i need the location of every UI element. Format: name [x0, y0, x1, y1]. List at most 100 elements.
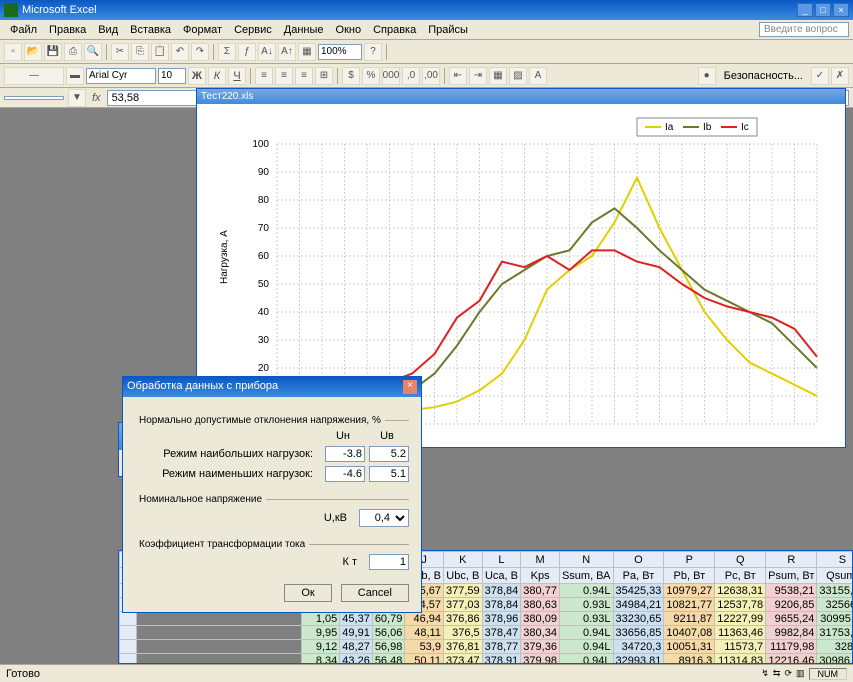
legend-ia: Ia [665, 122, 674, 133]
max-load-label: Режим наибольших нагрузок: [135, 448, 321, 460]
comma-icon[interactable]: 000 [382, 67, 400, 85]
y-axis-label: Нагрузка, А [219, 230, 230, 284]
security-icon[interactable]: ● [698, 67, 716, 85]
fx-icon[interactable]: ƒ [238, 43, 256, 61]
name-box[interactable] [4, 96, 64, 100]
paste-icon[interactable]: 📋 [151, 43, 169, 61]
currency-icon[interactable]: $ [342, 67, 360, 85]
indent-inc-icon[interactable]: ⇥ [469, 67, 487, 85]
refresh-icon[interactable]: ⟳ [784, 668, 792, 679]
max-un-input[interactable] [325, 446, 365, 462]
ukb-select[interactable]: 0,4 [359, 509, 409, 527]
fontsize-combo[interactable]: 10 [158, 68, 186, 84]
menu-price[interactable]: Прайсы [422, 22, 474, 38]
chart-window-title[interactable]: Тест220.xls [197, 89, 845, 104]
redo-icon[interactable]: ↷ [191, 43, 209, 61]
fill-color-icon[interactable]: ▨ [509, 67, 527, 85]
sec-btn-2[interactable]: ✗ [831, 67, 849, 85]
align-left-icon[interactable]: ≡ [255, 67, 273, 85]
dec-decimal-icon[interactable]: ,00 [422, 67, 440, 85]
layout-icon[interactable]: ▥ [796, 668, 805, 679]
menu-data[interactable]: Данные [278, 22, 330, 38]
chart-legend: Ia Ib Ic [637, 118, 757, 136]
help-icon[interactable]: ? [364, 43, 382, 61]
cut-icon[interactable]: ✂ [111, 43, 129, 61]
window-buttons: _ □ × [797, 3, 849, 17]
legend-ic: Ic [741, 122, 749, 133]
font-color-icon[interactable]: A [529, 67, 547, 85]
uv-label: Uв [365, 430, 409, 442]
svg-text:100: 100 [252, 139, 269, 150]
line-color[interactable]: ▬ [66, 67, 84, 85]
font-combo[interactable]: Arial Cyr [86, 68, 156, 84]
kt-input[interactable] [369, 554, 409, 570]
min-un-input[interactable] [325, 466, 365, 482]
align-center-icon[interactable]: ≡ [275, 67, 293, 85]
copy-icon[interactable]: ⎘ [131, 43, 149, 61]
menu-file[interactable]: Файл [4, 22, 43, 38]
dialog-section3: Коэффициент трансформации тока [135, 539, 309, 550]
borders-icon[interactable]: ▦ [489, 67, 507, 85]
status-ready: Готово [6, 668, 40, 680]
sort-desc-icon[interactable]: A↑ [278, 43, 296, 61]
svg-text:90: 90 [258, 167, 270, 178]
line-style[interactable]: — [4, 67, 64, 85]
svg-text:40: 40 [258, 307, 270, 318]
cancel-button[interactable]: Cancel [341, 584, 409, 602]
security-label[interactable]: Безопасность... [718, 70, 809, 82]
chart-icon[interactable]: ▦ [298, 43, 316, 61]
menu-edit[interactable]: Правка [43, 22, 92, 38]
save-icon[interactable]: 💾 [44, 43, 62, 61]
maximize-button[interactable]: □ [815, 3, 831, 17]
align-right-icon[interactable]: ≡ [295, 67, 313, 85]
svg-text:70: 70 [258, 223, 270, 234]
zoom-combo[interactable]: 100% [318, 44, 362, 60]
menu-tools[interactable]: Сервис [228, 22, 278, 38]
menu-window[interactable]: Окно [330, 22, 368, 38]
preview-icon[interactable]: 🔍 [84, 43, 102, 61]
indent-dec-icon[interactable]: ⇤ [449, 67, 467, 85]
status-num: NUM [809, 668, 848, 680]
menu-format[interactable]: Формат [177, 22, 228, 38]
sec-btn-1[interactable]: ✓ [811, 67, 829, 85]
max-uv-input[interactable] [369, 446, 409, 462]
dialog-close-icon[interactable]: × [403, 380, 417, 394]
fx-label[interactable]: fx [92, 92, 101, 104]
excel-icon [4, 3, 18, 17]
open-icon[interactable]: 📂 [24, 43, 42, 61]
dialog-section1: Нормально допустимые отклонения напряжен… [135, 415, 385, 426]
svg-text:80: 80 [258, 195, 270, 206]
dialog-title: Обработка данных с прибора [127, 380, 278, 394]
percent-icon[interactable]: % [362, 67, 380, 85]
ukb-label: U,кВ [135, 512, 355, 524]
share-icon[interactable]: ↯ [761, 668, 769, 679]
print-icon[interactable]: ⎙ [64, 43, 82, 61]
menubar: Файл Правка Вид Вставка Формат Сервис Да… [0, 20, 853, 40]
statusbar: Готово ↯ ⇆ ⟳ ▥ NUM [0, 664, 853, 682]
toolbar-standard: ▫ 📂 💾 ⎙ 🔍 ✂ ⎘ 📋 ↶ ↷ Σ ƒ A↓ A↑ ▦ 100% ? [0, 40, 853, 64]
inc-decimal-icon[interactable]: ,0 [402, 67, 420, 85]
min-uv-input[interactable] [369, 466, 409, 482]
menu-help[interactable]: Справка [367, 22, 422, 38]
sum-icon[interactable]: Σ [218, 43, 236, 61]
sort-asc-icon[interactable]: A↓ [258, 43, 276, 61]
svg-text:30: 30 [258, 335, 270, 346]
new-icon[interactable]: ▫ [4, 43, 22, 61]
name-dropdown[interactable]: ▼ [68, 89, 86, 107]
minimize-button[interactable]: _ [797, 3, 813, 17]
underline-icon[interactable]: Ч [228, 67, 246, 85]
link-icon[interactable]: ⇆ [773, 668, 781, 679]
merge-icon[interactable]: ⊞ [315, 67, 333, 85]
ok-button[interactable]: Ок [284, 584, 331, 602]
close-button[interactable]: × [833, 3, 849, 17]
menu-insert[interactable]: Вставка [124, 22, 177, 38]
menu-view[interactable]: Вид [92, 22, 124, 38]
app-title: Microsoft Excel [22, 4, 97, 16]
ask-a-question[interactable]: Введите вопрос [759, 22, 849, 37]
process-dialog: Обработка данных с прибора × Нормально до… [122, 376, 422, 613]
kt-label: К т [135, 556, 365, 568]
undo-icon[interactable]: ↶ [171, 43, 189, 61]
toolbar-formatting: — ▬ Arial Cyr 10 Ж К Ч ≡ ≡ ≡ ⊞ $ % 000 ,… [0, 64, 853, 88]
bold-icon[interactable]: Ж [188, 67, 206, 85]
italic-icon[interactable]: К [208, 67, 226, 85]
